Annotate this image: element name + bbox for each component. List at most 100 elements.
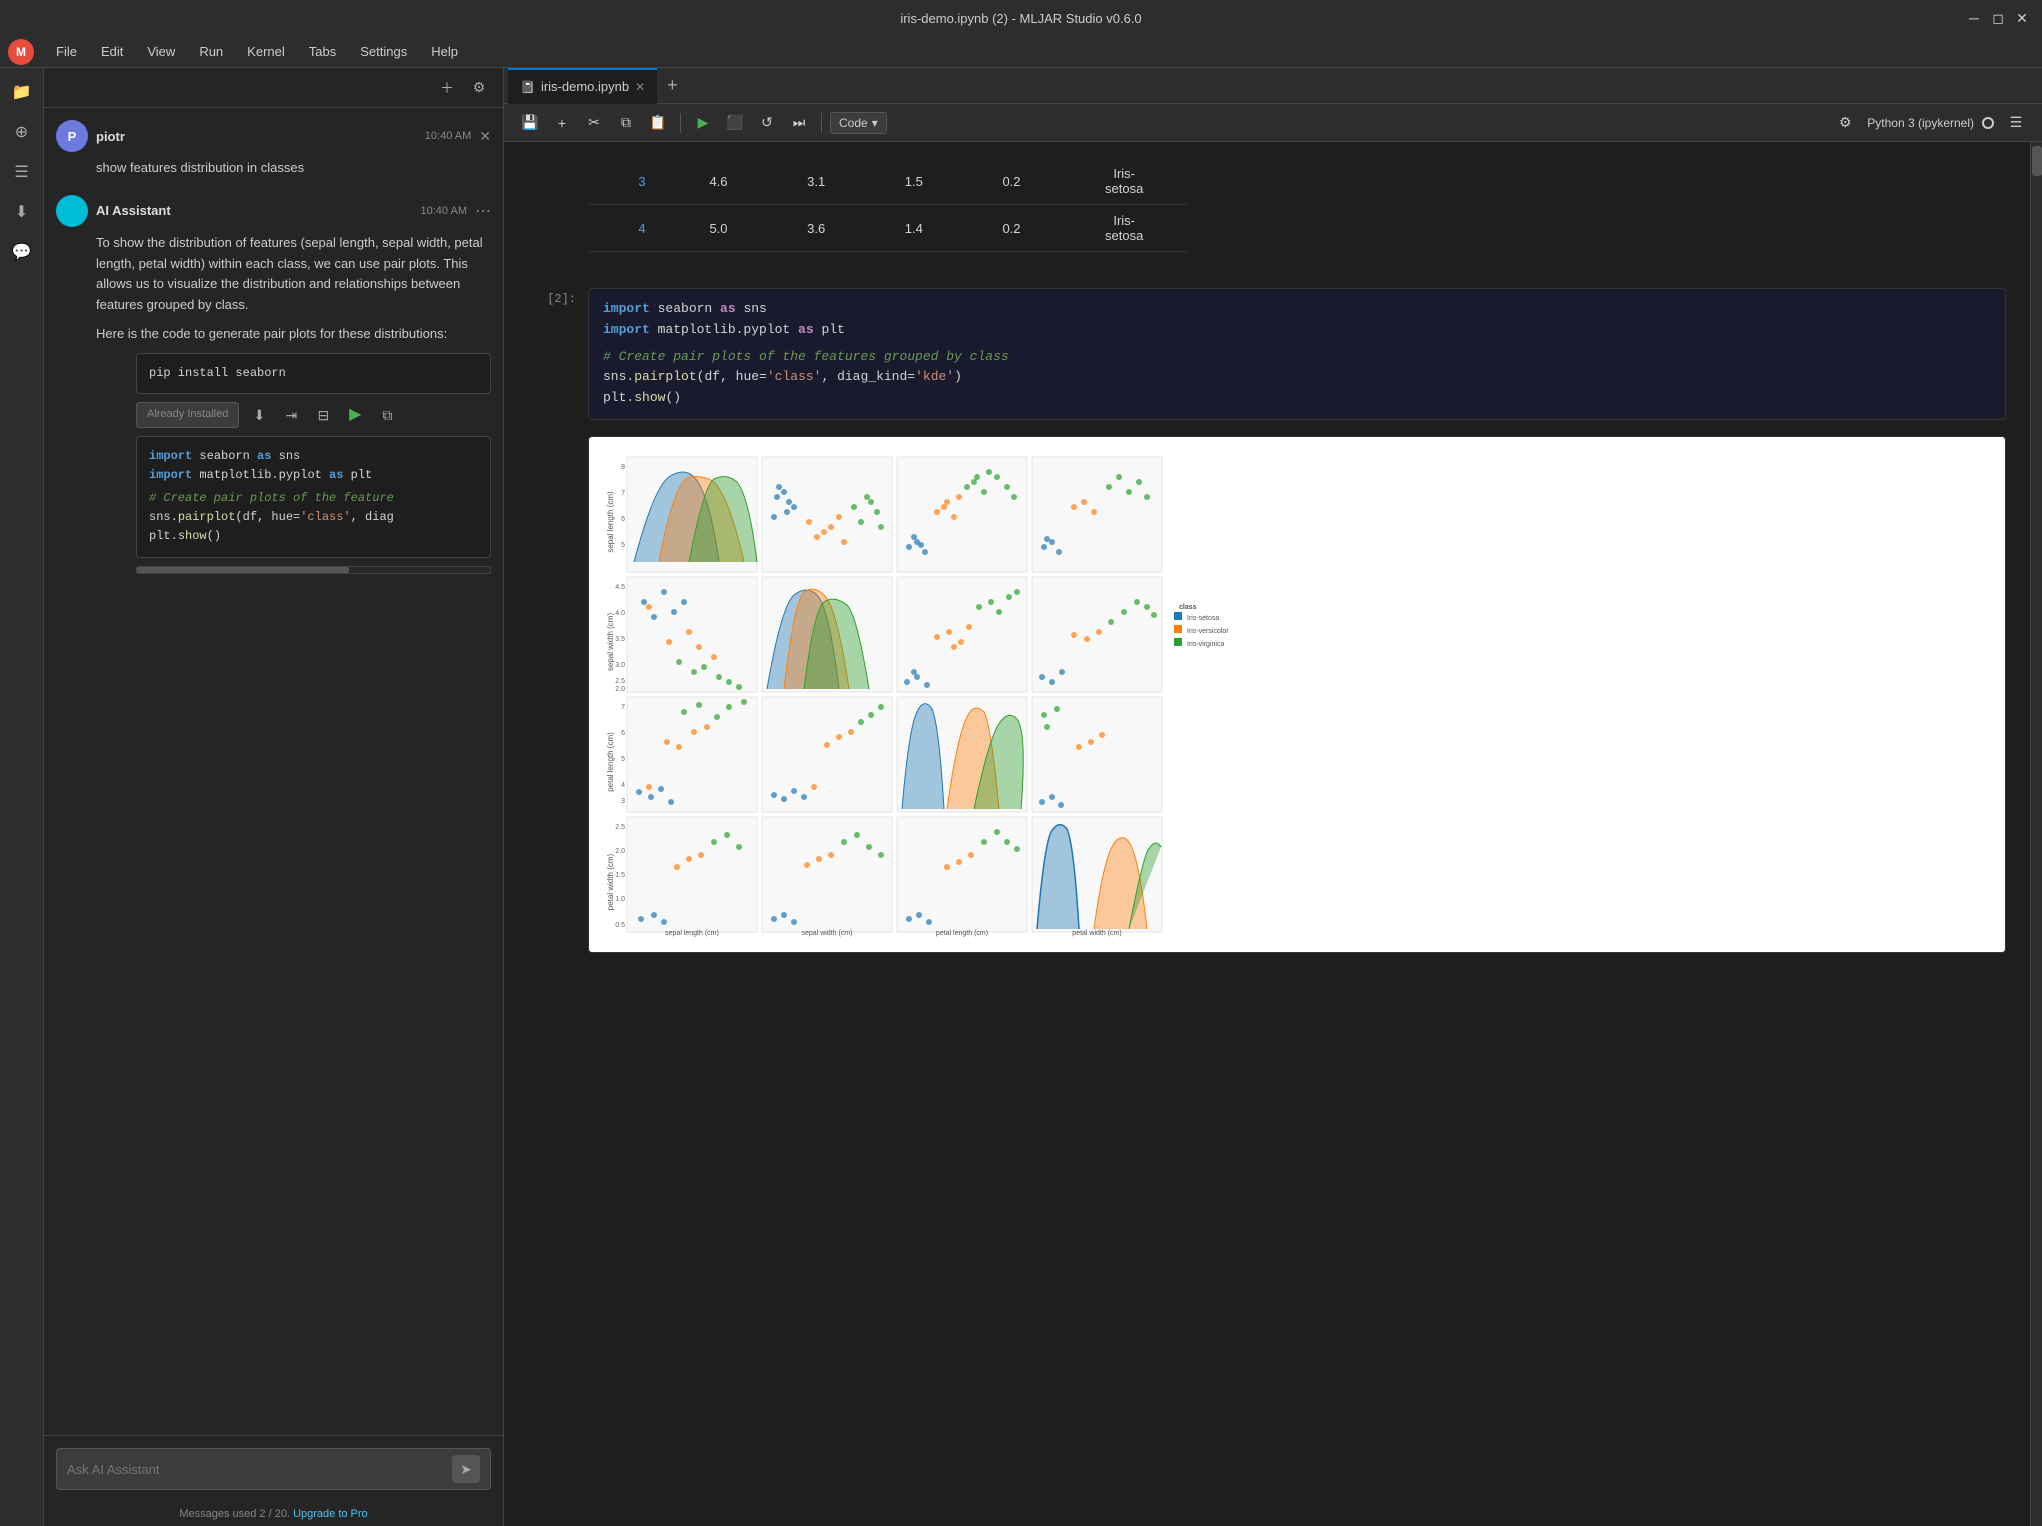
cell-type-label: Code	[839, 116, 868, 130]
code-line-1: import seaborn as sns	[603, 299, 1991, 320]
chat-footer: Messages used 2 / 20. Upgrade to Pro	[44, 1502, 503, 1526]
code-copy-btn[interactable]: ⧉	[375, 403, 399, 427]
menu-settings[interactable]: Settings	[350, 40, 417, 63]
row-col1: 5.0	[670, 205, 768, 252]
chat-messages[interactable]: P piotr 10:40 AM ✕ show features distrib…	[44, 108, 503, 1435]
svg-text:sepal length (cm): sepal length (cm)	[665, 930, 719, 937]
table-row: 4 5.0 3.6 1.4 0.2 Iris-setosa	[588, 205, 1188, 252]
save-button[interactable]: 💾	[516, 109, 544, 137]
code-download-btn[interactable]: ⬇	[247, 403, 271, 427]
user-message-header: P piotr 10:40 AM ✕	[56, 120, 491, 152]
ai-paragraph-1: To show the distribution of features (se…	[96, 233, 491, 316]
new-tab-button[interactable]: +	[657, 75, 688, 96]
user-message-close[interactable]: ✕	[479, 128, 491, 145]
svg-text:petal length (cm): petal length (cm)	[606, 732, 615, 792]
svg-text:4.0: 4.0	[615, 610, 625, 617]
svg-text:Iris-setosa: Iris-setosa	[1187, 615, 1219, 622]
code-indent-btn[interactable]: ⇥	[279, 403, 303, 427]
add-cell-button[interactable]: +	[548, 109, 576, 137]
svg-text:6: 6	[621, 516, 625, 523]
run-button[interactable]: ▶	[689, 109, 717, 137]
row-class: Iris-setosa	[1060, 158, 1188, 205]
table-row: 3 4.6 3.1 1.5 0.2 Iris-setosa	[588, 158, 1188, 205]
code-line-comment: # Create pair plots of the feature	[149, 489, 478, 508]
titlebar: iris-demo.ipynb (2) - MLJAR Studio v0.6.…	[0, 0, 2042, 36]
notebook-toolbar: 💾 + ✂ ⧉ 📋 ▶ ⬛ ↺ ⏭ Code ▾ ⚙ Python 3 (ipy…	[504, 104, 2042, 142]
code-toolbar-1: Already Installed ⬇ ⇥ ⊟ ▶ ⧉	[136, 402, 491, 428]
svg-text:1.5: 1.5	[615, 872, 625, 879]
notebook-tab[interactable]: 📓 iris-demo.ipynb ✕	[508, 68, 657, 104]
upgrade-link[interactable]: Upgrade to Pro	[293, 1508, 368, 1520]
ai-avatar	[56, 195, 88, 227]
minimize-button[interactable]: ─	[1966, 10, 1982, 26]
sidebar-icon-files[interactable]: 📁	[6, 76, 38, 108]
menu-help[interactable]: Help	[421, 40, 468, 63]
ai-message-1: AI Assistant 10:40 AM ⋯ To show the dist…	[56, 195, 491, 574]
svg-text:3.5: 3.5	[615, 636, 625, 643]
code-run-btn[interactable]: ▶	[343, 403, 367, 427]
tab-close-button[interactable]: ✕	[635, 80, 645, 94]
sidebar-icon-git[interactable]: ⊕	[6, 116, 38, 148]
row-col3: 1.5	[865, 158, 963, 205]
svg-text:sepal width (cm): sepal width (cm)	[802, 930, 853, 937]
menu-run[interactable]: Run	[189, 40, 233, 63]
close-button[interactable]: ✕	[2014, 10, 2030, 26]
code-cell-2: [2]: import seaborn as sns import matplo…	[528, 288, 2006, 420]
svg-text:4.5: 4.5	[615, 584, 625, 591]
copy-button[interactable]: ⧉	[612, 109, 640, 137]
messages-used-text: Messages used 2 / 20.	[179, 1508, 290, 1520]
ai-message-more[interactable]: ⋯	[475, 201, 491, 221]
menu-file[interactable]: File	[46, 40, 87, 63]
svg-text:2.5: 2.5	[615, 678, 625, 685]
user-name: piotr	[96, 129, 125, 144]
restart-button[interactable]: ↺	[753, 109, 781, 137]
sidebar-icon-chat[interactable]: 💬	[6, 236, 38, 268]
chat-settings-button[interactable]: ⚙	[467, 76, 491, 100]
tab-name: iris-demo.ipynb	[541, 79, 629, 94]
svg-text:5: 5	[621, 756, 625, 763]
kernel-menu-button[interactable]: ☰	[2002, 109, 2030, 137]
maximize-button[interactable]: ◻	[1990, 10, 2006, 26]
restart-run-button[interactable]: ⏭	[785, 109, 813, 137]
titlebar-title: iris-demo.ipynb (2) - MLJAR Studio v0.6.…	[900, 11, 1141, 26]
cell-type-select[interactable]: Code ▾	[830, 112, 887, 134]
svg-text:Iris-versicolor: Iris-versicolor	[1187, 628, 1229, 635]
menu-kernel[interactable]: Kernel	[237, 40, 295, 63]
row-col3: 1.4	[865, 205, 963, 252]
svg-text:sepal length (cm): sepal length (cm)	[606, 491, 615, 553]
svg-text:5: 5	[621, 542, 625, 549]
chat-input[interactable]	[67, 1462, 452, 1477]
code-clear-btn[interactable]: ⊟	[311, 403, 335, 427]
svg-text:0.5: 0.5	[615, 922, 625, 929]
iris-data-table: 3 4.6 3.1 1.5 0.2 Iris-setosa 4 5.0 3.6	[588, 158, 1188, 252]
sidebar-icon-download[interactable]: ⬇	[6, 196, 38, 228]
kernel-settings-button[interactable]: ⚙	[1831, 109, 1859, 137]
menu-edit[interactable]: Edit	[91, 40, 133, 63]
notebook-content[interactable]: 3 4.6 3.1 1.5 0.2 Iris-setosa 4 5.0 3.6	[504, 142, 2030, 1526]
row-class: Iris-setosa	[1060, 205, 1188, 252]
menu-view[interactable]: View	[137, 40, 185, 63]
stop-button[interactable]: ⬛	[721, 109, 749, 137]
user-message-1: P piotr 10:40 AM ✕ show features distrib…	[56, 120, 491, 179]
svg-text:2.0: 2.0	[615, 686, 625, 693]
ai-paragraph-2: Here is the code to generate pair plots …	[96, 324, 491, 345]
main-layout: 📁 ⊕ ☰ ⬇ 💬 ＋ ⚙ P piotr 10:40 AM ✕ show fe…	[0, 68, 2042, 1526]
code-scroll-bar[interactable]	[136, 566, 491, 574]
notebook-scrollbar[interactable]	[2030, 142, 2042, 1526]
chevron-down-icon: ▾	[872, 116, 878, 130]
row-col2: 3.6	[767, 205, 865, 252]
cell-code[interactable]: import seaborn as sns import matplotlib.…	[588, 288, 2006, 420]
svg-text:7: 7	[621, 704, 625, 711]
user-message-text: show features distribution in classes	[56, 158, 491, 179]
chat-toolbar: ＋ ⚙	[44, 68, 503, 108]
cut-button[interactable]: ✂	[580, 109, 608, 137]
chat-send-button[interactable]: ➤	[452, 1455, 480, 1483]
paste-button[interactable]: 📋	[644, 109, 672, 137]
row-index: 3	[588, 158, 670, 205]
ai-message-time: 10:40 AM	[421, 205, 467, 217]
table-output: 3 4.6 3.1 1.5 0.2 Iris-setosa 4 5.0 3.6	[588, 158, 2006, 272]
app-logo: M	[8, 39, 34, 65]
chat-add-button[interactable]: ＋	[435, 76, 459, 100]
menu-tabs[interactable]: Tabs	[299, 40, 346, 63]
sidebar-icon-menu[interactable]: ☰	[6, 156, 38, 188]
